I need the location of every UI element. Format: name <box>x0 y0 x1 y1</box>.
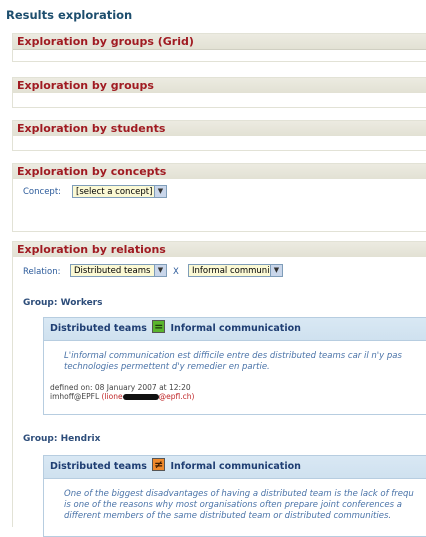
relation-card-hendrix: Distributed teams ≠ Informal communicati… <box>43 455 426 537</box>
section-relations: Exploration by relations Relation: Distr… <box>12 241 426 537</box>
relation-select-2-value: Informal communi <box>192 266 270 276</box>
relation-text: L'informal communication est difficile e… <box>44 341 426 373</box>
chevron-down-icon: ▼ <box>270 265 282 276</box>
section-concepts: Exploration by concepts Concept: [select… <box>12 163 426 232</box>
section-title-relations[interactable]: Exploration by relations <box>13 242 426 257</box>
relation-card-header: Distributed teams ≠ Informal communicati… <box>44 456 426 479</box>
author-email-link[interactable]: (lione @epfl.ch) <box>102 392 195 401</box>
email-suffix: @epfl.ch) <box>158 392 195 401</box>
relation-separator: X <box>173 267 179 277</box>
concept-select-value: [select a concept] <box>76 187 153 197</box>
relation-card-workers: Distributed teams = Informal communicati… <box>43 317 426 415</box>
section-title-groups[interactable]: Exploration by groups <box>13 78 426 93</box>
equal-relation-icon: = <box>152 320 166 333</box>
relation-label: Relation: <box>23 267 61 277</box>
author-line: imhoff@EPFL (lione @epfl.ch) <box>44 392 426 401</box>
redaction-mark <box>122 394 159 400</box>
text-line: is one of the reasons why most organisat… <box>64 500 402 510</box>
author-name: imhoff@EPFL <box>50 392 100 401</box>
page-title: Results exploration <box>6 8 133 22</box>
relation-select-1-value: Distributed teams <box>74 266 151 276</box>
section-title-students[interactable]: Exploration by students <box>13 121 426 136</box>
text-line: technologies permettent d'y remedier en … <box>64 362 270 372</box>
concept-b: Informal communication <box>170 323 301 334</box>
not-equal-relation-icon: ≠ <box>152 458 166 471</box>
text-line: L'informal communication est difficile e… <box>64 351 402 361</box>
section-title-concepts[interactable]: Exploration by concepts <box>13 164 426 179</box>
chevron-down-icon: ▼ <box>154 186 166 197</box>
email-prefix: (lione <box>101 392 123 401</box>
text-line: One of the biggest disadvantages of havi… <box>64 489 414 499</box>
concept-b: Informal communication <box>170 461 301 472</box>
section-title-groups-grid[interactable]: Exploration by groups (Grid) <box>13 34 426 50</box>
defined-on: defined on: 08 January 2007 at 12:20 <box>50 383 191 392</box>
concept-a: Distributed teams <box>50 323 147 334</box>
concept-select[interactable]: [select a concept] ▼ <box>72 185 167 198</box>
relation-text: One of the biggest disadvantages of havi… <box>44 479 426 522</box>
section-students: Exploration by students <box>12 120 426 151</box>
relation-select-1[interactable]: Distributed teams ▼ <box>70 264 167 277</box>
group-title-workers: Group: Workers <box>23 298 103 308</box>
group-title-hendrix: Group: Hendrix <box>23 434 101 444</box>
text-line: different members of the same distribute… <box>64 511 392 521</box>
section-groups: Exploration by groups <box>12 77 426 108</box>
relation-select-2[interactable]: Informal communi ▼ <box>188 264 283 277</box>
chevron-down-icon: ▼ <box>154 265 166 276</box>
relation-card-header: Distributed teams = Informal communicati… <box>44 318 426 341</box>
section-groups-grid: Exploration by groups (Grid) <box>12 33 426 62</box>
concept-a: Distributed teams <box>50 461 147 472</box>
concept-label: Concept: <box>23 187 62 197</box>
